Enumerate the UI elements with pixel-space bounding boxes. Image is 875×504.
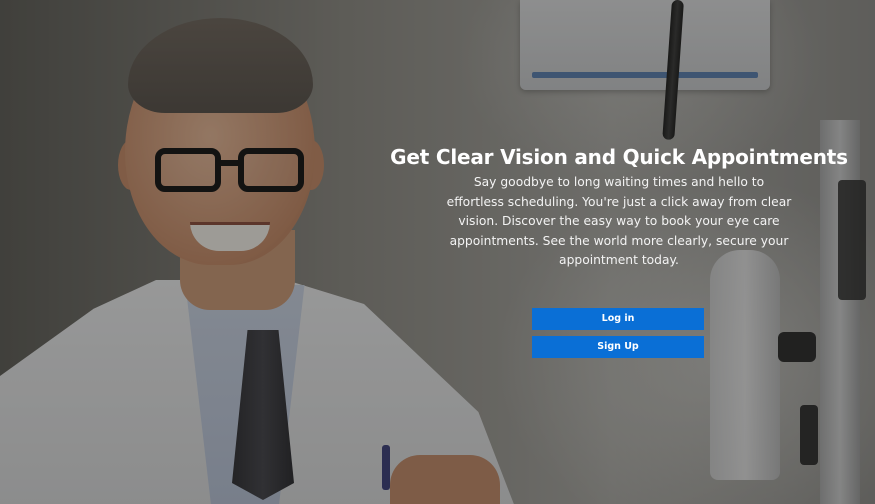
hero-tagline: Say goodbye to long waiting times and he… xyxy=(446,175,792,267)
signup-button[interactable]: Sign Up xyxy=(532,336,704,358)
login-button[interactable]: Log in xyxy=(532,308,704,330)
hero-section: Get Clear Vision and Quick Appointments … xyxy=(0,0,875,504)
hero-headline: Get Clear Vision and Quick Appointments xyxy=(390,145,848,169)
hero-content: Get Clear Vision and Quick Appointments … xyxy=(380,144,858,271)
